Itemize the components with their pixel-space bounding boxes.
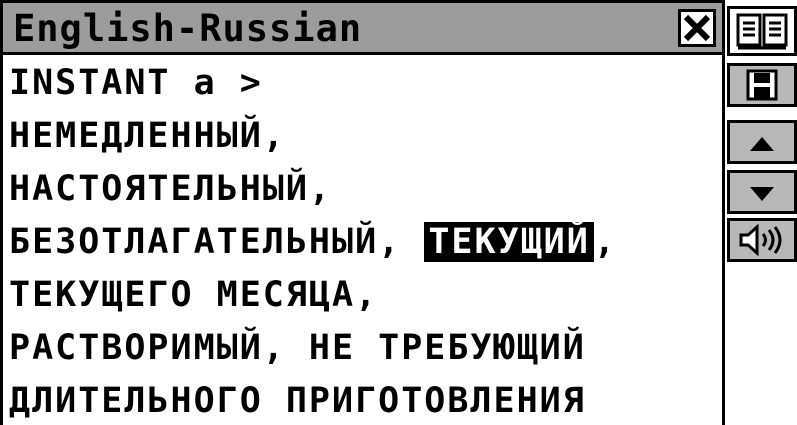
translation-word: БЕЗОТЛАГАТЕЛЬНЫЙ,	[9, 222, 402, 262]
translation-text: INSTANT a > НЕМЕДЛЕННЫЙ, НАСТОЯТЕЛЬНЫЙ, …	[0, 55, 725, 425]
scroll-down-button[interactable]	[727, 170, 797, 214]
translation-line: БЕЗОТЛАГАТЕЛЬНЫЙ, ТЕКУЩИЙ,	[9, 220, 617, 264]
pronounce-button[interactable]	[727, 218, 797, 262]
save-icon	[746, 69, 778, 101]
window-title: English-Russian	[13, 7, 363, 50]
entry-headword: INSTANT a >	[9, 63, 263, 103]
book-icon	[736, 13, 788, 50]
translation-line: НАСТОЯТЕЛЬНЫЙ,	[9, 169, 333, 209]
translation-line: РАСТВОРИМЫЙ, НЕ ТРЕБУЮЩИЙ	[9, 328, 586, 368]
highlighted-word[interactable]: ТЕКУЩИЙ	[424, 222, 594, 262]
close-button[interactable]	[678, 9, 716, 47]
speaker-icon	[739, 224, 782, 256]
dictionary-button[interactable]	[727, 6, 797, 56]
translation-line: НЕМЕДЛЕННЫЙ,	[9, 116, 286, 156]
title-bar: English-Russian	[0, 0, 725, 55]
translation-line: ТЕКУЩЕГО МЕСЯЦА,	[9, 275, 379, 315]
translation-line: ДЛИТЕЛЬНОГО ПРИГОТОВЛЕНИЯ	[9, 381, 586, 421]
scroll-down-icon	[750, 187, 774, 201]
scroll-up-icon	[750, 137, 774, 151]
close-icon	[683, 14, 711, 42]
dictionary-window: English-Russian INSTANT a > НЕМЕДЛЕННЫЙ,…	[0, 0, 725, 425]
side-toolbar	[727, 0, 797, 425]
save-button[interactable]	[727, 63, 797, 107]
comma: ,	[593, 222, 617, 262]
scroll-up-button[interactable]	[727, 120, 797, 164]
